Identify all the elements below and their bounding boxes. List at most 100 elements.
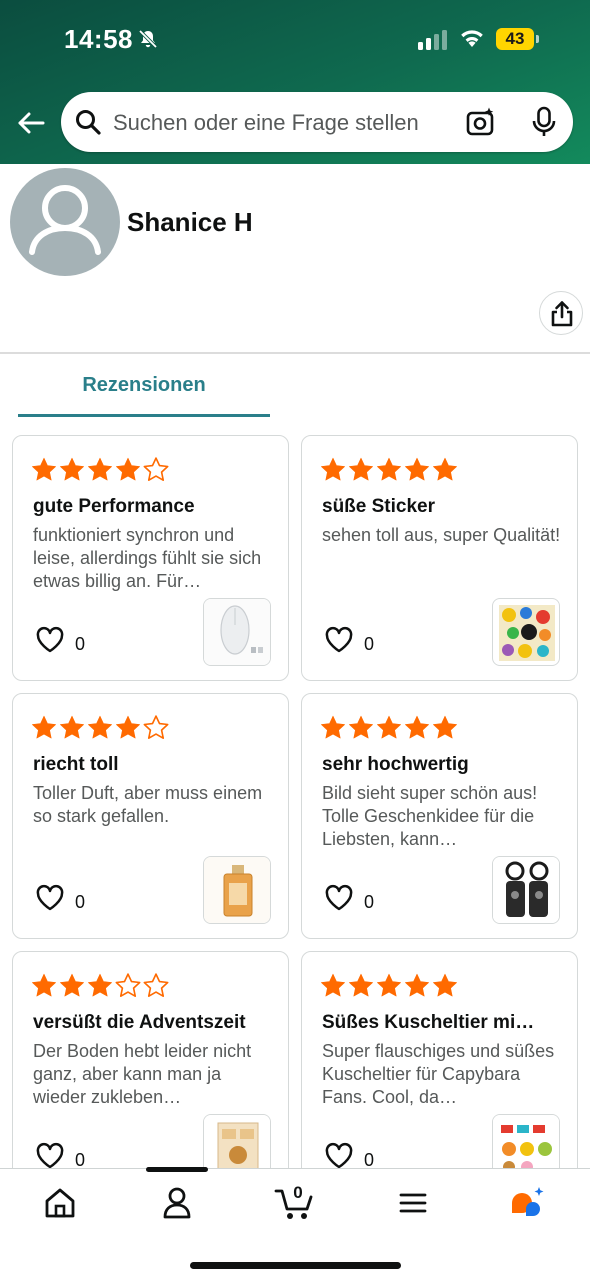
back-arrow-icon[interactable] [14, 106, 48, 140]
star-filled-icon [377, 457, 401, 481]
review-text: sehen toll aus, super Qualität! [322, 525, 561, 545]
star-filled-icon [60, 715, 84, 739]
star-filled-icon [32, 715, 56, 739]
star-filled-icon [405, 457, 429, 481]
tab-label: Rezensionen [82, 374, 206, 396]
share-icon [551, 301, 573, 327]
star-empty-icon [143, 457, 169, 481]
star-filled-icon [60, 973, 84, 997]
star-filled-icon [377, 973, 401, 997]
search-bar[interactable]: Suchen oder eine Frage stellen [61, 92, 573, 152]
share-button[interactable] [539, 291, 583, 335]
review-title: gute Performance [33, 496, 195, 517]
star-filled-icon [321, 715, 345, 739]
rufus-assistant-icon[interactable] [508, 1183, 548, 1223]
star-filled-icon [405, 973, 429, 997]
review-text: Der Boden hebt leider nicht ganz, aber k… [33, 1041, 252, 1107]
review-title: sehr hochwertig [322, 754, 469, 775]
battery-level: 43 [496, 28, 534, 50]
review-card[interactable]: Süßes Kuscheltier mi… Super flauschiges … [301, 951, 578, 1197]
account-icon[interactable] [157, 1183, 197, 1223]
heart-icon[interactable] [324, 1142, 354, 1170]
star-filled-icon [321, 973, 345, 997]
keychain-image [493, 857, 559, 923]
heart-icon[interactable] [35, 884, 65, 912]
battery-indicator: 43 [496, 28, 540, 50]
header: 14:58 43 Suchen oder eine Frage stellen [0, 0, 590, 164]
review-card[interactable]: riecht toll Toller Duft, aber muss einem… [12, 693, 289, 939]
like-count: 0 [364, 892, 375, 912]
star-rating [319, 456, 459, 486]
home-icon[interactable] [40, 1183, 80, 1223]
review-card[interactable]: versüßt die Adventszeit Der Boden hebt l… [12, 951, 289, 1197]
review-title: riecht toll [33, 754, 119, 775]
like-count: 0 [75, 892, 86, 912]
screen: 14:58 43 Suchen oder eine Frage stellen … [0, 0, 590, 1280]
product-thumbnail[interactable] [492, 598, 560, 666]
tab-active-underline [18, 414, 270, 417]
divider [0, 352, 590, 354]
cellular-signal-icon [418, 30, 447, 50]
star-filled-icon [32, 973, 56, 997]
tab-rezensionen[interactable]: Rezensionen [18, 360, 270, 418]
star-rating [30, 456, 170, 486]
star-rating [30, 714, 170, 744]
heart-icon[interactable] [324, 884, 354, 912]
microphone-icon[interactable] [529, 106, 559, 138]
heart-icon[interactable] [35, 626, 65, 654]
avatar [10, 168, 120, 276]
cart-count: 0 [293, 1183, 303, 1202]
wifi-icon [461, 30, 483, 47]
star-empty-icon [143, 973, 169, 997]
perfume-bottle-image [204, 857, 270, 923]
like-count: 0 [364, 634, 375, 654]
search-icon [76, 110, 101, 135]
star-filled-icon [377, 715, 401, 739]
bell-muted-icon [138, 29, 158, 49]
star-filled-icon [116, 715, 140, 739]
star-filled-icon [405, 715, 429, 739]
review-card[interactable]: sehr hochwertig Bild sieht super schön a… [301, 693, 578, 939]
star-rating [319, 714, 459, 744]
home-indicator [190, 1262, 401, 1269]
star-filled-icon [60, 457, 84, 481]
review-title: süße Sticker [322, 496, 435, 517]
star-filled-icon [433, 457, 457, 481]
star-filled-icon [32, 457, 56, 481]
heart-icon[interactable] [324, 626, 354, 654]
review-card[interactable]: süße Sticker sehen toll aus, super Quali… [301, 435, 578, 681]
review-text: Toller Duft, aber muss einem so stark ge… [33, 783, 263, 826]
star-filled-icon [349, 715, 373, 739]
camera-lens-icon[interactable] [465, 106, 497, 138]
review-text: Bild sieht super schön aus! Tolle Gesche… [322, 783, 538, 849]
user-silhouette-icon [29, 185, 101, 255]
star-empty-icon [115, 973, 141, 997]
product-thumbnail[interactable] [203, 598, 271, 666]
product-thumbnail[interactable] [203, 856, 271, 924]
heart-icon[interactable] [35, 1142, 65, 1170]
review-text: Super flauschiges und süßes Kuscheltier … [322, 1041, 555, 1107]
star-rating [319, 972, 459, 1002]
mouse-product-image [204, 599, 270, 665]
star-filled-icon [88, 457, 112, 481]
review-card[interactable]: gute Performance funktioniert synchron u… [12, 435, 289, 681]
menu-icon[interactable] [393, 1183, 433, 1223]
star-filled-icon [116, 457, 140, 481]
star-empty-icon [143, 715, 169, 739]
star-filled-icon [433, 715, 457, 739]
star-filled-icon [88, 715, 112, 739]
review-title: Süßes Kuscheltier mi… [322, 1012, 535, 1033]
sticker-pack-image [499, 605, 555, 661]
star-filled-icon [433, 973, 457, 997]
status-time: 14:58 [64, 24, 133, 54]
review-text: funktioniert synchron und leise, allerdi… [33, 525, 262, 591]
search-input[interactable]: Suchen oder eine Frage stellen [113, 110, 419, 136]
star-filled-icon [349, 973, 373, 997]
star-filled-icon [321, 457, 345, 481]
product-thumbnail[interactable] [492, 856, 560, 924]
active-nav-indicator [146, 1167, 208, 1172]
like-count: 0 [75, 634, 86, 654]
status-bar: 14:58 43 [0, 0, 590, 80]
star-filled-icon [349, 457, 373, 481]
star-filled-icon [88, 973, 112, 997]
